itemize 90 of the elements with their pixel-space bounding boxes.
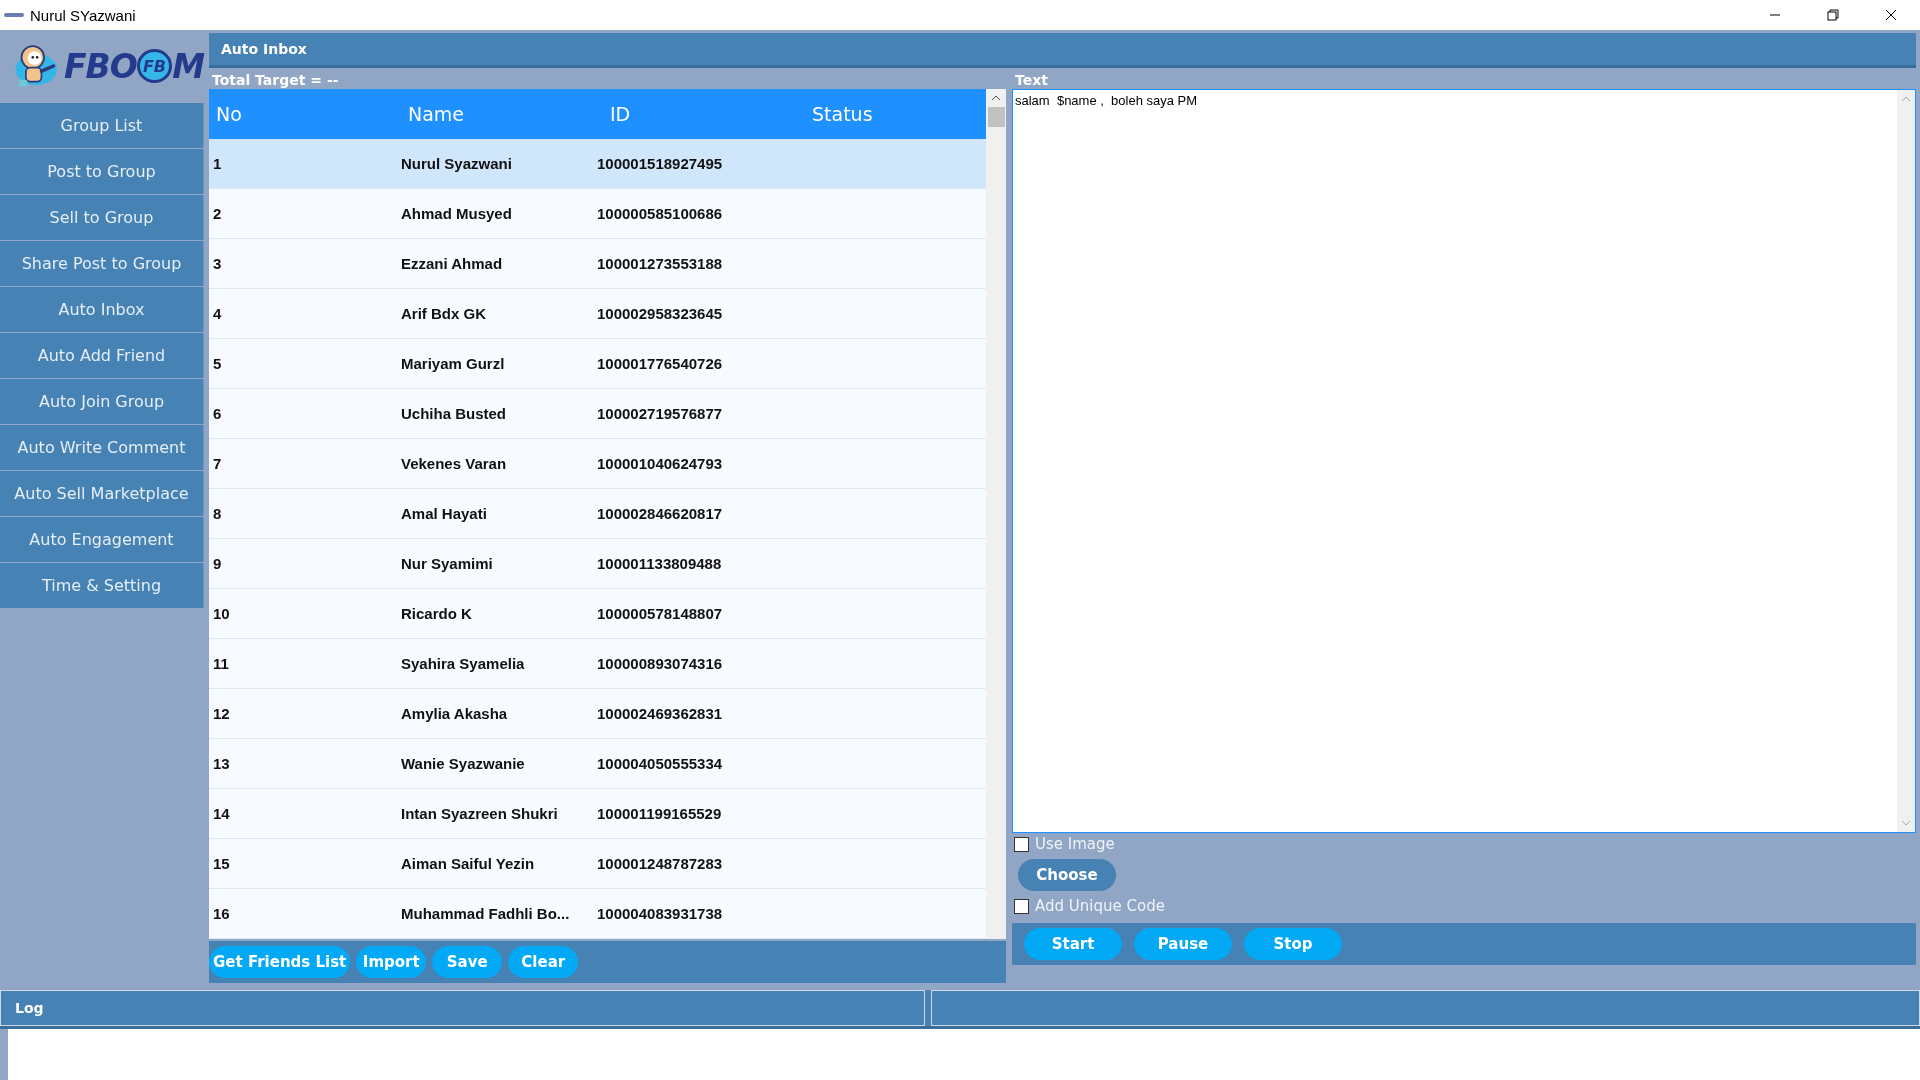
table-cell-text: 100000585100686 [597, 205, 724, 222]
choose-button[interactable]: Choose [1018, 859, 1116, 891]
table-cell-text: 100001273553188 [597, 255, 724, 272]
action-button[interactable]: Clear [508, 946, 579, 978]
action-button[interactable]: Start [1024, 928, 1122, 960]
text-label: Text [1014, 71, 1049, 89]
table-cell-text: Ahmad Musyed [401, 205, 513, 222]
close-icon[interactable] [1885, 9, 1897, 21]
table-cell-text: 14 [212, 805, 231, 822]
table-cell-text: 100001518927495 [597, 155, 724, 172]
sidebar-item[interactable]: Auto Sell Marketplace [0, 471, 204, 516]
sidebar-item[interactable]: Auto Write Comment [0, 425, 204, 470]
action-button[interactable]: Get Friends List [209, 946, 351, 978]
checkbox-label: Use Image [1035, 835, 1115, 853]
table-cell-text: 2 [212, 205, 223, 222]
logo-text: FBO [63, 46, 137, 86]
table-cell-text: 11 [212, 655, 230, 672]
window-title: Nurul SYazwani [30, 6, 136, 24]
action-button[interactable]: Stop [1244, 928, 1342, 960]
table-cell-text: 100002719576877 [597, 405, 724, 422]
table-cell-text: 16 [212, 905, 231, 922]
table-cell-text: 7 [212, 455, 223, 472]
table-cell-text: Amal Hayati [401, 505, 488, 522]
table-cell-text: 4 [212, 305, 223, 322]
table-cell-text: 10 [212, 605, 231, 622]
table-cell-text: 100004083931738 [597, 905, 724, 922]
table-cell-text: 100002846620817 [597, 505, 724, 522]
table-row[interactable]: 1 Nurul Syazwani 100001518927495 [209, 139, 986, 189]
table-cell-text: Nur Syamimi [401, 555, 494, 572]
sidebar-item[interactable]: Auto Add Friend [0, 333, 204, 378]
action-button[interactable]: Pause [1134, 928, 1232, 960]
table-cell-text: 13 [212, 755, 231, 772]
table-cell-text: 9 [212, 555, 223, 572]
checkbox-label: Add Unique Code [1035, 897, 1165, 915]
logo-text: M [172, 46, 204, 86]
column-header[interactable]: No [209, 89, 401, 139]
table-cell-text: 6 [212, 405, 223, 422]
table-cell-text: 100000578148807 [597, 605, 724, 622]
action-button[interactable]: Save [432, 946, 503, 978]
log-header: Log [0, 990, 925, 1026]
checkbox[interactable] [1014, 836, 1029, 852]
restore-icon[interactable] [1827, 9, 1839, 21]
table-cell-text: Wanie Syazwanie [401, 755, 526, 772]
app-icon [4, 11, 24, 19]
table-cell-text: Amylia Akasha [401, 705, 509, 722]
table-cell-text: 12 [212, 705, 231, 722]
table-cell-text: Nurul Syazwani [401, 155, 513, 172]
table-cell-text: Muhammad Fadhli Bo... [401, 905, 571, 922]
table-cell-text: 8 [212, 505, 223, 522]
table-cell-text: 100000893074316 [597, 655, 724, 672]
sidebar-item[interactable]: Group List [0, 103, 204, 148]
table-cell-text: Mariyam Gurzl [401, 355, 506, 372]
table-cell-text: 100001248787283 [597, 855, 724, 872]
sidebar-item[interactable]: Auto Engagement [0, 517, 204, 562]
sidebar-item[interactable]: Auto Inbox [0, 287, 204, 332]
sidebar-item[interactable]: Time & Setting [0, 563, 204, 608]
checkbox[interactable] [1014, 898, 1029, 914]
scroll-thumb[interactable] [987, 107, 1005, 127]
table-cell-text: 100001040624793 [597, 455, 724, 472]
table-cell-text: 3 [212, 255, 223, 272]
table-cell-text: 5 [212, 355, 223, 372]
sidebar-item[interactable]: Post to Group [0, 149, 204, 194]
table-cell-text: Arif Bdx GK [401, 305, 487, 322]
table-cell-text: 100001776540726 [597, 355, 724, 372]
page-header: Auto Inbox [209, 33, 1916, 68]
logo-badge: FB [136, 49, 173, 83]
table-cell-text: 15 [212, 855, 231, 872]
total-target-label: Total Target = -- [211, 71, 340, 89]
table-cell-text: 100001133809488 [597, 555, 723, 572]
column-header[interactable]: Name [401, 89, 603, 139]
column-header[interactable]: ID [603, 89, 805, 139]
scroll-up-icon[interactable] [991, 95, 1001, 101]
table-cell-text: Syahira Syamelia [401, 655, 526, 672]
table-cell-text: Intan Syazreen Shukri [401, 805, 559, 822]
table-cell-text: 100002469362831 [597, 705, 724, 722]
table-cell-text: 100004050555334 [597, 755, 724, 772]
sidebar-item[interactable]: Share Post to Group [0, 241, 204, 286]
table-cell-text: 100001199165529 [597, 805, 723, 822]
table-cell-text: Aiman Saiful Yezin [401, 855, 536, 872]
table-cell-text: 100002958323645 [597, 305, 724, 322]
column-header[interactable]: Status [805, 89, 986, 139]
sidebar-item[interactable]: Auto Join Group [0, 379, 204, 424]
action-button[interactable]: Import [356, 946, 427, 978]
sidebar-item[interactable]: Sell to Group [0, 195, 204, 240]
table-cell-text: Ricardo K [401, 605, 473, 622]
table-cell-text: Ezzani Ahmad [401, 255, 504, 272]
table-cell-text: 1 [212, 155, 223, 172]
table-cell-text: Vekenes Varan [401, 455, 508, 472]
table-cell-text: Uchiha Busted [401, 405, 507, 422]
scrollbar[interactable] [986, 89, 1006, 939]
